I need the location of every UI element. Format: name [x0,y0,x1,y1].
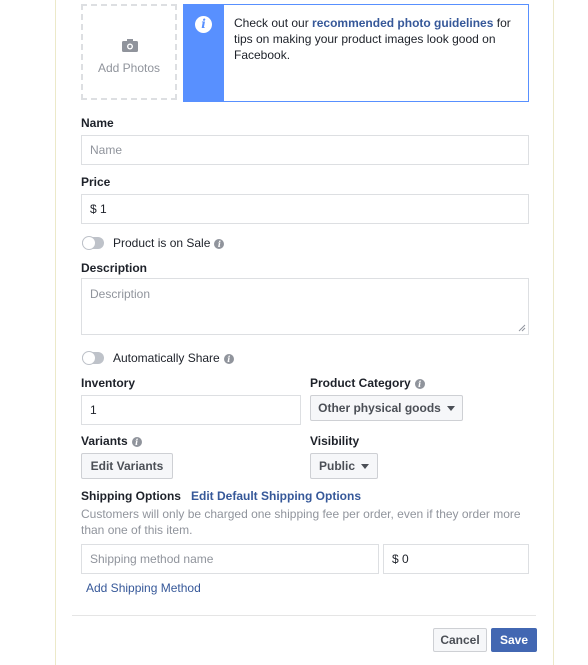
name-placeholder: Name [90,143,123,157]
name-input[interactable]: Name [81,135,529,165]
photo-guidelines-tip: i Check out our recommended photo guidel… [183,4,529,102]
tip-accent-strip: i [184,5,224,101]
edit-variants-button[interactable]: Edit Variants [81,453,173,479]
description-label: Description [81,261,148,275]
edit-shipping-link[interactable]: Edit Default Shipping Options [191,489,361,503]
sale-toggle-label-wrap: Product is on Sale i [113,236,225,250]
tip-text-before: Check out our [234,16,313,30]
add-photos-label: Add Photos [97,61,161,75]
auto-share-label: Automatically Share [113,351,220,365]
add-shipping-method-link[interactable]: Add Shipping Method [86,581,201,595]
shipping-method-input[interactable]: Shipping method name [81,544,379,574]
category-label-wrap: Product Category i [310,376,425,390]
tip-text: Check out our recommended photo guidelin… [234,15,514,63]
panel-border-right [553,0,554,665]
help-icon[interactable]: i [131,436,142,447]
shipping-label: Shipping Options [81,489,181,503]
save-button[interactable]: Save [491,628,537,652]
description-placeholder: Description [90,287,151,301]
help-icon[interactable]: i [214,238,225,249]
info-icon: i [195,16,212,33]
visibility-dropdown[interactable]: Public [310,453,378,479]
shipping-note: Customers will only be charged one shipp… [81,507,521,537]
visibility-value: Public [318,459,355,473]
shipping-price-value: $ 0 [392,552,409,566]
sale-toggle[interactable] [82,236,104,250]
price-label: Price [81,175,111,189]
auto-share-toggle-knob [82,351,96,365]
camera-icon [122,39,138,52]
chevron-down-icon [446,405,455,411]
auto-share-label-wrap: Automatically Share i [113,351,234,365]
price-value: $ 1 [90,202,107,216]
description-textarea[interactable]: Description [81,278,529,335]
sale-toggle-knob [82,236,96,250]
category-label: Product Category [310,376,411,390]
inventory-value: 1 [90,403,97,417]
photo-guidelines-link[interactable]: recommended photo guidelines [312,16,493,30]
panel-border-left [55,0,56,665]
shipping-price-input[interactable]: $ 0 [383,544,529,574]
inventory-input[interactable]: 1 [81,395,301,425]
category-dropdown[interactable]: Other physical goods [310,395,463,421]
visibility-label: Visibility [310,434,360,448]
chevron-down-icon [361,463,369,469]
shipping-method-placeholder: Shipping method name [90,552,214,566]
name-label: Name [81,116,114,130]
cancel-button[interactable]: Cancel [433,628,487,652]
sale-toggle-label: Product is on Sale [113,236,211,250]
category-value: Other physical goods [318,401,441,415]
footer-divider [72,615,536,616]
price-input[interactable]: $ 1 [81,194,529,224]
auto-share-toggle[interactable] [82,351,104,365]
help-icon[interactable]: i [223,353,234,364]
variants-label: Variants [81,434,128,448]
resize-grip-icon[interactable] [518,324,526,332]
help-icon[interactable]: i [414,378,425,389]
add-photos-button[interactable]: Add Photos [81,4,177,100]
variants-label-wrap: Variants i [81,434,142,448]
inventory-label: Inventory [81,376,136,390]
